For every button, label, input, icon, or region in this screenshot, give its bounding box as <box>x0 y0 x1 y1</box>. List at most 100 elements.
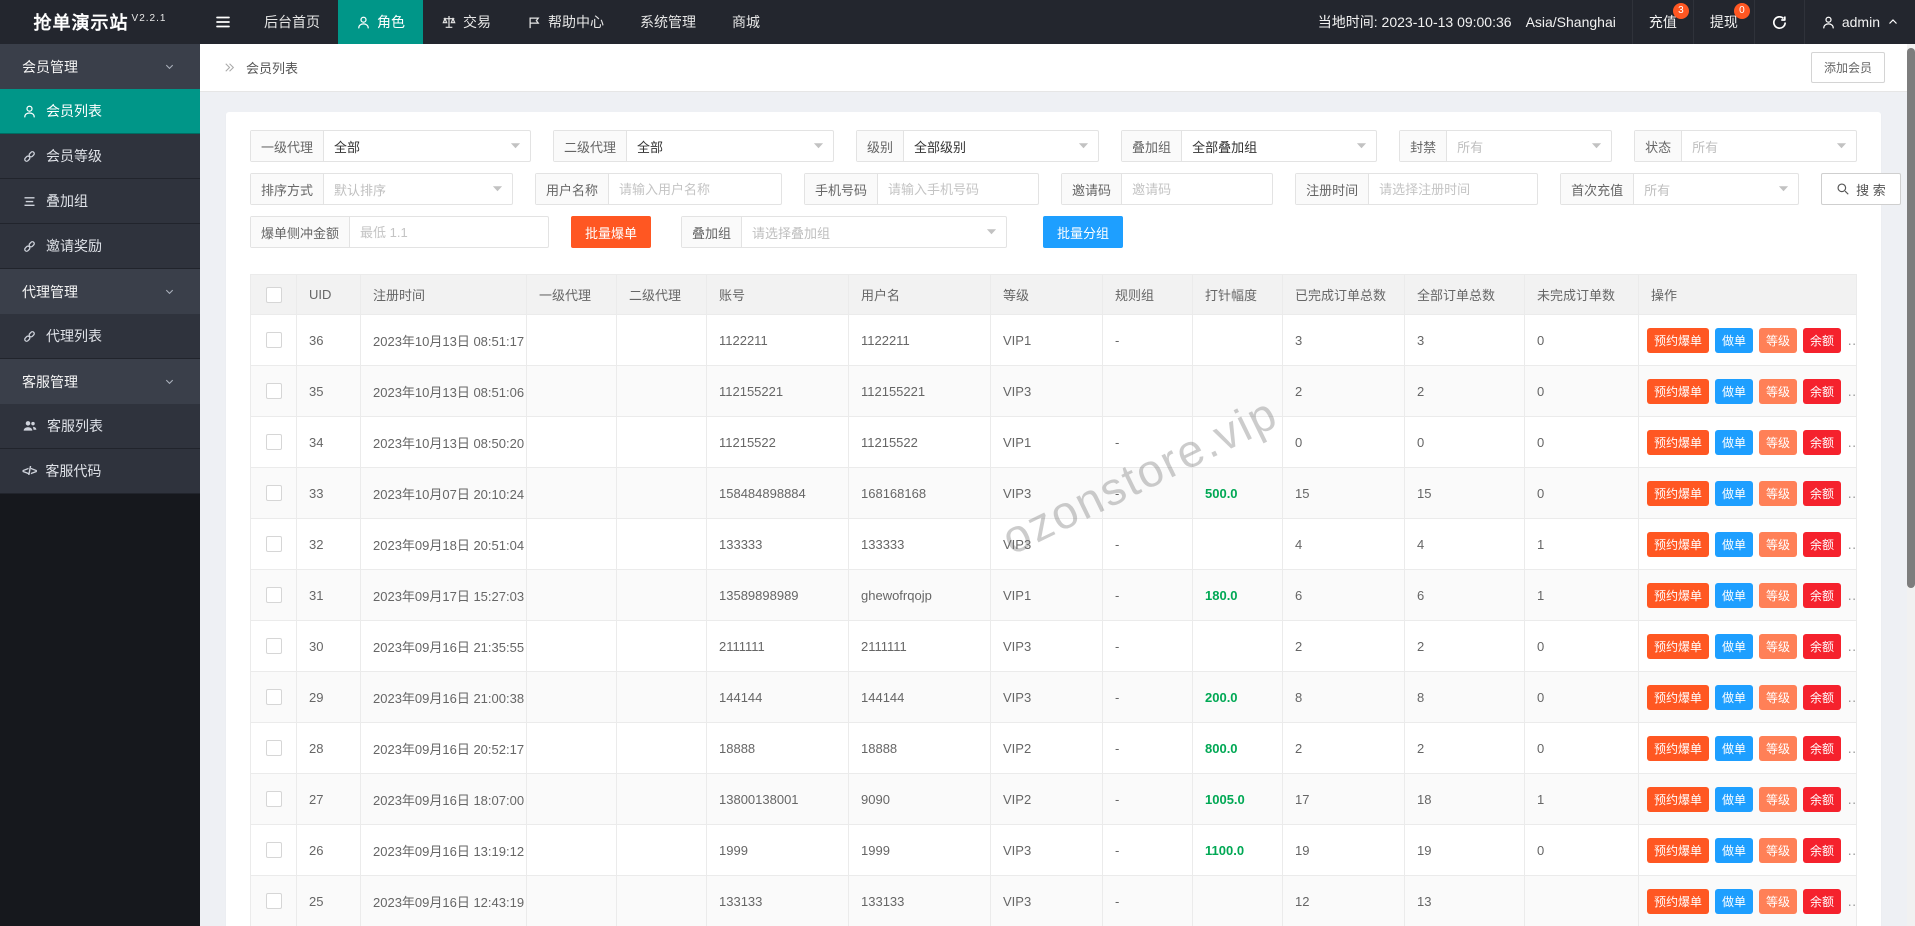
filter-sort-select[interactable]: 排序方式 默认排序 <box>250 173 514 205</box>
sidebar-item-service-list[interactable]: 客服列表 <box>0 404 200 449</box>
row-action-balance-button[interactable]: 余额 <box>1803 837 1842 863</box>
bulk-group-select[interactable]: 叠加组 请选择叠加组 <box>681 216 1008 248</box>
row-more-actions[interactable]: … <box>1847 893 1855 909</box>
row-action-balance-button[interactable]: 余额 <box>1803 786 1842 812</box>
row-action-level-button[interactable]: 等级 <box>1759 684 1798 710</box>
row-more-actions[interactable]: … <box>1847 485 1855 501</box>
sidebar-group-agent-management[interactable]: 代理管理 <box>0 269 200 314</box>
row-action-level-button[interactable]: 等级 <box>1759 531 1798 557</box>
row-more-actions[interactable]: … <box>1847 791 1855 807</box>
row-checkbox[interactable] <box>265 587 282 604</box>
row-action-level-button[interactable]: 等级 <box>1759 888 1798 914</box>
row-action-reserve-burst-button[interactable]: 预约爆单 <box>1647 327 1710 353</box>
row-action-reserve-burst-button[interactable]: 预约爆单 <box>1647 480 1710 506</box>
row-checkbox[interactable] <box>265 689 282 706</box>
row-action-do-order-button[interactable]: 做单 <box>1715 837 1754 863</box>
row-checkbox[interactable] <box>265 740 282 757</box>
row-more-actions[interactable]: … <box>1847 332 1855 348</box>
row-action-balance-button[interactable]: 余额 <box>1803 888 1842 914</box>
row-action-balance-button[interactable]: 余额 <box>1803 684 1842 710</box>
row-action-do-order-button[interactable]: 做单 <box>1715 429 1754 455</box>
row-action-do-order-button[interactable]: 做单 <box>1715 327 1754 353</box>
row-checkbox[interactable] <box>265 332 282 349</box>
row-more-actions[interactable]: … <box>1847 536 1855 552</box>
row-action-balance-button[interactable]: 余额 <box>1803 735 1842 761</box>
row-action-balance-button[interactable]: 余额 <box>1803 378 1842 404</box>
select-all-checkbox[interactable] <box>265 286 282 303</box>
row-action-reserve-burst-button[interactable]: 预约爆单 <box>1647 582 1710 608</box>
row-action-do-order-button[interactable]: 做单 <box>1715 531 1754 557</box>
row-action-do-order-button[interactable]: 做单 <box>1715 582 1754 608</box>
row-action-balance-button[interactable]: 余额 <box>1803 429 1842 455</box>
user-menu[interactable]: admin <box>1803 0 1915 44</box>
row-action-reserve-burst-button[interactable]: 预约爆单 <box>1647 837 1710 863</box>
filter-level-select[interactable]: 级别 全部级别 <box>856 130 1100 162</box>
row-more-actions[interactable]: … <box>1847 842 1855 858</box>
row-action-level-button[interactable]: 等级 <box>1759 786 1798 812</box>
row-action-reserve-burst-button[interactable]: 预约爆单 <box>1647 378 1710 404</box>
topnav-item-roles[interactable]: 角色 <box>338 0 423 44</box>
recharge-button[interactable]: 充值 3 <box>1631 0 1693 44</box>
row-action-reserve-burst-button[interactable]: 预约爆单 <box>1647 531 1710 557</box>
row-action-do-order-button[interactable]: 做单 <box>1715 480 1754 506</box>
search-button[interactable]: 搜 索 <box>1821 173 1901 205</box>
row-action-balance-button[interactable]: 余额 <box>1803 480 1842 506</box>
row-checkbox[interactable] <box>265 536 282 553</box>
row-checkbox[interactable] <box>265 638 282 655</box>
filter-status-select[interactable]: 状态 所有 <box>1634 130 1858 162</box>
invite-code-input[interactable] <box>1122 174 1273 204</box>
row-more-actions[interactable]: … <box>1847 434 1855 450</box>
topnav-item-system[interactable]: 系统管理 <box>622 0 714 44</box>
row-more-actions[interactable]: … <box>1847 383 1855 399</box>
filter-agent1-select[interactable]: 一级代理 全部 <box>250 130 532 162</box>
row-action-reserve-burst-button[interactable]: 预约爆单 <box>1647 888 1710 914</box>
sidebar-item-member-list[interactable]: 会员列表 <box>0 89 200 134</box>
row-action-level-button[interactable]: 等级 <box>1759 633 1798 659</box>
filter-first-recharge-select[interactable]: 首次充值 所有 <box>1560 173 1800 205</box>
row-more-actions[interactable]: … <box>1847 638 1855 654</box>
refresh-button[interactable] <box>1753 0 1804 44</box>
row-checkbox[interactable] <box>265 434 282 451</box>
row-action-balance-button[interactable]: 余额 <box>1803 531 1842 557</box>
bulk-burst-button[interactable]: 批量爆单 <box>571 216 652 248</box>
username-input[interactable] <box>609 174 782 204</box>
topnav-item-trade[interactable]: 交易 <box>423 0 509 44</box>
row-more-actions[interactable]: … <box>1847 587 1855 603</box>
sidebar-item-member-level[interactable]: 会员等级 <box>0 134 200 179</box>
scrollbar-thumb[interactable] <box>1907 48 1915 588</box>
add-member-button[interactable]: 添加会员 <box>1810 52 1885 83</box>
row-checkbox[interactable] <box>265 893 282 910</box>
topnav-item-dashboard[interactable]: 后台首页 <box>246 0 338 44</box>
row-action-reserve-burst-button[interactable]: 预约爆单 <box>1647 735 1710 761</box>
row-action-level-button[interactable]: 等级 <box>1759 735 1798 761</box>
row-checkbox[interactable] <box>265 383 282 400</box>
row-action-level-button[interactable]: 等级 <box>1759 837 1798 863</box>
row-checkbox[interactable] <box>265 791 282 808</box>
row-action-level-button[interactable]: 等级 <box>1759 378 1798 404</box>
sidebar-item-stack-group[interactable]: 叠加组 <box>0 179 200 224</box>
burst-amount-input[interactable] <box>350 217 549 247</box>
row-action-balance-button[interactable]: 余额 <box>1803 633 1842 659</box>
topnav-item-help-center[interactable]: 帮助中心 <box>509 0 622 44</box>
row-action-do-order-button[interactable]: 做单 <box>1715 684 1754 710</box>
row-action-balance-button[interactable]: 余额 <box>1803 582 1842 608</box>
withdraw-button[interactable]: 提现 0 <box>1692 0 1754 44</box>
phone-input[interactable] <box>878 174 1039 204</box>
row-action-reserve-burst-button[interactable]: 预约爆单 <box>1647 684 1710 710</box>
row-action-do-order-button[interactable]: 做单 <box>1715 888 1754 914</box>
sidebar-item-agent-list[interactable]: 代理列表 <box>0 314 200 359</box>
row-action-level-button[interactable]: 等级 <box>1759 429 1798 455</box>
regtime-input[interactable] <box>1369 174 1538 204</box>
filter-agent2-select[interactable]: 二级代理 全部 <box>553 130 835 162</box>
vertical-scrollbar[interactable] <box>1907 44 1915 926</box>
row-action-do-order-button[interactable]: 做单 <box>1715 378 1754 404</box>
row-action-level-button[interactable]: 等级 <box>1759 582 1798 608</box>
sidebar-group-service-management[interactable]: 客服管理 <box>0 359 200 404</box>
bulk-group-button[interactable]: 批量分组 <box>1043 216 1124 248</box>
row-action-reserve-burst-button[interactable]: 预约爆单 <box>1647 633 1710 659</box>
row-action-level-button[interactable]: 等级 <box>1759 327 1798 353</box>
sidebar-item-invite-reward[interactable]: 邀请奖励 <box>0 224 200 269</box>
row-action-do-order-button[interactable]: 做单 <box>1715 786 1754 812</box>
hamburger-menu-icon[interactable] <box>200 0 246 44</box>
topnav-item-mall[interactable]: 商城 <box>714 0 778 44</box>
